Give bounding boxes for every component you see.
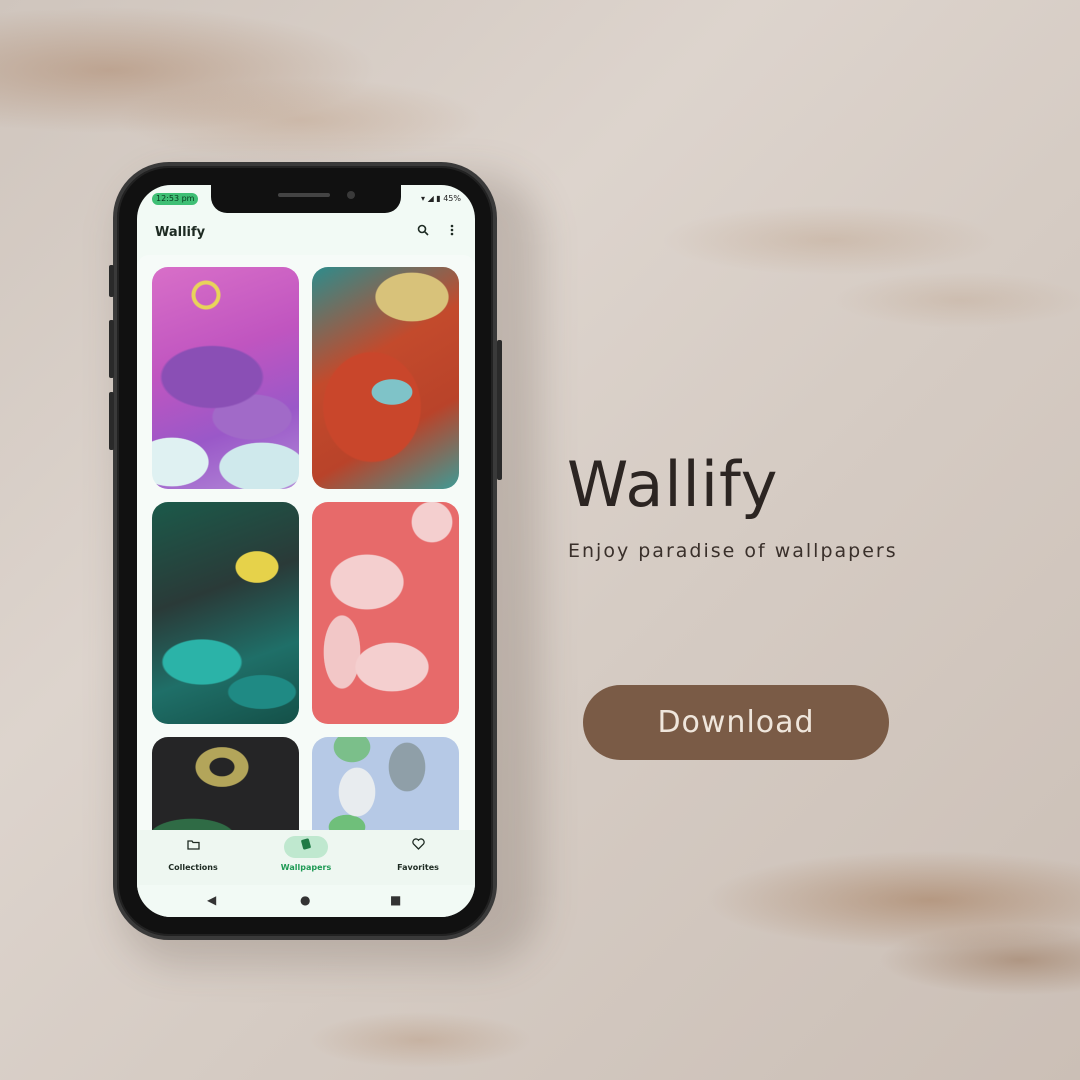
wallpaper-tile-green-formline-eye[interactable]	[152, 502, 299, 724]
home-icon[interactable]: ●	[300, 893, 310, 907]
wifi-icon: ▾	[421, 194, 426, 203]
signal-icon: ◢	[427, 194, 434, 203]
more-vert-icon[interactable]	[442, 223, 462, 243]
nav-item-favorites[interactable]: Favorites	[373, 836, 463, 872]
heart-icon	[396, 836, 440, 858]
bottom-navigation: Collections Wallpapers Favorites	[137, 830, 475, 885]
wallpaper-tile-pink-flower[interactable]	[312, 502, 459, 724]
wallpaper-tile-red-teal-formline-face[interactable]	[312, 267, 459, 489]
wallpaper-tile-blue-abstract-shapes[interactable]	[312, 737, 459, 830]
system-navigation-bar: ◀ ● ■	[137, 885, 475, 917]
nav-label-collections: Collections	[168, 863, 218, 872]
status-indicators: ▾ ◢ ▮ 45%	[421, 193, 461, 205]
phone-screen: 12:53 pm ▾ ◢ ▮ 45% Wallify Collections W…	[137, 185, 475, 917]
nav-item-collections[interactable]: Collections	[148, 836, 238, 872]
status-time: 12:53 pm	[152, 193, 199, 205]
nav-item-wallpapers[interactable]: Wallpapers	[261, 836, 351, 872]
wallpaper-tile-purple-formline-bird[interactable]	[152, 267, 299, 489]
battery-level: 45%	[443, 194, 461, 203]
download-button[interactable]: Download	[583, 685, 889, 760]
promo-subtitle: Enjoy paradise of wallpapers	[568, 540, 898, 562]
wallpaper-tile-dark-shapes[interactable]	[152, 737, 299, 830]
promo-title: Wallify	[567, 448, 779, 521]
recents-icon[interactable]: ■	[390, 893, 401, 907]
phone-side-button	[109, 320, 114, 378]
app-title: Wallify	[155, 225, 206, 240]
nav-label-favorites: Favorites	[397, 863, 439, 872]
app-bar: Wallify	[137, 219, 475, 249]
phone-side-button	[497, 340, 502, 480]
folder-icon	[171, 836, 215, 858]
search-icon[interactable]	[413, 223, 433, 243]
wallpaper-grid	[137, 255, 475, 830]
camera	[347, 191, 355, 199]
phone-side-button	[109, 392, 114, 450]
nav-label-wallpapers: Wallpapers	[280, 863, 332, 872]
battery-icon: ▮	[436, 194, 441, 203]
wallpaper-icon	[284, 836, 328, 858]
phone-side-button	[109, 265, 114, 297]
speaker	[278, 193, 330, 197]
phone-notch	[211, 185, 401, 213]
back-icon[interactable]: ◀	[207, 893, 216, 907]
